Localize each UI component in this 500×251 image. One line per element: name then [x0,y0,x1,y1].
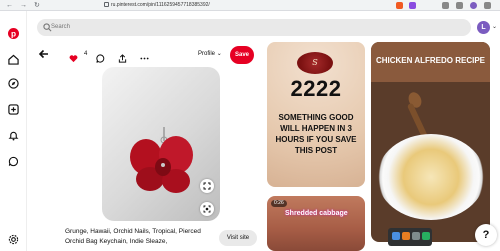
system-tray-popup [388,228,432,246]
svg-text:p: p [11,29,16,38]
save-button[interactable]: Save [230,46,254,64]
feed-pin-chicken-alfredo[interactable]: CHICKEN ALFREDO RECIPE [371,42,490,242]
comment-icon[interactable] [96,50,105,63]
pasta-plate-image [377,134,485,220]
card-title: Shredded cabbage [285,210,348,217]
sidebar-toggle-icon[interactable] [442,2,449,9]
help-button[interactable]: ? [475,224,497,246]
address-text: ru.pinterest.com/pin/1116259457718385392… [111,2,210,8]
feed-pin-2222[interactable]: S 2222 SOMETHING GOOD WILL HAPPEN IN 3 H… [267,42,365,187]
back-nav-icon[interactable]: ← [6,1,13,10]
tray-app-icon[interactable] [412,232,420,240]
tray-app-icon[interactable] [392,232,400,240]
address-bar[interactable]: ru.pinterest.com/pin/1116259457718385392… [104,1,344,10]
explore-icon[interactable] [8,76,19,89]
like-count: 4 [84,51,88,57]
back-arrow-icon[interactable] [38,47,50,59]
card-message: SOMETHING GOOD WILL HAPPEN IN 3 HOURS IF… [275,113,357,155]
settings-icon[interactable] [8,232,19,245]
home-icon[interactable] [8,52,19,65]
account-chevron-down-icon[interactable]: ⌄ [492,23,497,30]
visual-search-icon[interactable] [200,202,214,216]
tray-app-icon[interactable] [422,232,430,240]
left-nav-rail: p [0,11,27,251]
share-icon[interactable] [118,50,127,63]
board-select-label: Profile [198,51,216,57]
the-secret-logo: S [297,52,333,74]
create-icon[interactable] [8,102,19,115]
heart-icon[interactable] [69,50,78,63]
pin-title: Grunge, Hawaii, Orchid Nails, Tropical, … [65,228,201,245]
card-number: 2222 [290,76,342,101]
reload-icon[interactable]: ↻ [34,1,40,10]
tray-app-icon[interactable] [402,232,410,240]
orchid-keychain-image [130,127,193,193]
site-info-icon[interactable] [104,2,109,8]
more-options-icon[interactable] [140,50,149,60]
rewards-icon[interactable] [409,2,416,9]
feed-pin-shredded-cabbage[interactable]: 0:26 Shredded cabbage [267,196,365,251]
notifications-icon[interactable] [8,128,19,141]
chevron-down-icon: ⌄ [216,51,222,57]
visit-site-button[interactable]: Visit site [219,230,257,246]
search-placeholder: Search [51,24,71,30]
messages-icon[interactable] [8,154,19,167]
avatar[interactable]: L [477,21,490,34]
profile-icon[interactable] [470,2,477,9]
menu-icon[interactable] [484,2,491,9]
pin-image[interactable] [102,67,220,221]
board-select[interactable]: Profile ⌄ [198,51,222,58]
browser-toolbar: ← → ↻ ru.pinterest.com/pin/1116259457718… [0,0,500,11]
forward-nav-icon[interactable]: → [20,1,27,10]
brave-shield-icon[interactable] [396,2,403,9]
video-duration-badge: 0:26 [271,200,287,207]
wallet-icon[interactable] [456,2,463,9]
pinterest-logo-icon[interactable]: p [8,26,19,39]
card-title: CHICKEN ALFREDO RECIPE [375,56,486,65]
search-input[interactable]: Search [37,19,471,36]
expand-icon[interactable] [200,179,214,193]
